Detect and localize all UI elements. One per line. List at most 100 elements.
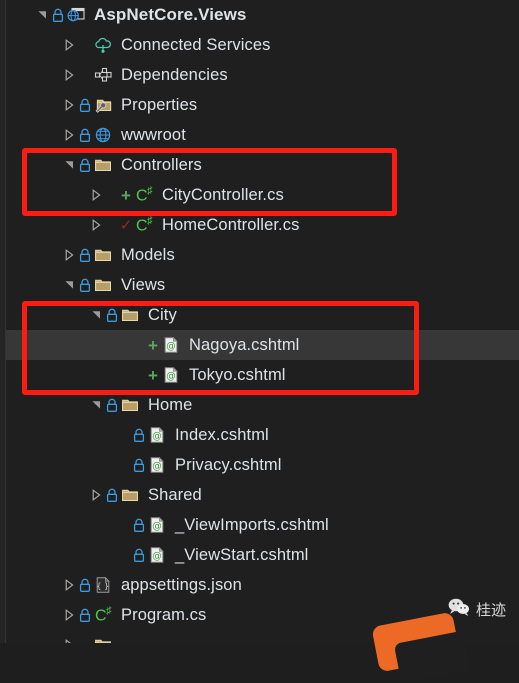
lock-icon xyxy=(77,570,92,600)
indent-spacer xyxy=(6,375,115,376)
tree-row-label: Views xyxy=(121,275,166,294)
indent-spacer xyxy=(6,315,88,316)
cshtml-icon: @ xyxy=(146,510,168,540)
globe-icon xyxy=(92,120,114,150)
indent-spacer xyxy=(6,255,61,256)
chevron-right-icon xyxy=(65,39,74,51)
lock-icon xyxy=(133,458,144,472)
tree-row[interactable]: { } appsettings.json xyxy=(6,570,519,600)
tree-row[interactable]: @ Index.cshtml xyxy=(6,420,519,450)
lock-icon xyxy=(79,578,90,592)
tree-row[interactable]: Properties xyxy=(6,90,519,120)
indent-spacer xyxy=(6,465,115,466)
lock-icon xyxy=(131,450,146,480)
tree-row[interactable]: Shared xyxy=(6,480,519,510)
expander-expanded[interactable] xyxy=(61,150,77,180)
watermark: 桂迹 xyxy=(448,598,506,621)
cshtml-icon: @ xyxy=(146,450,168,480)
chevron-right-icon xyxy=(65,579,74,591)
tree-row-label: Shared xyxy=(148,485,202,504)
indent-spacer xyxy=(6,525,115,526)
expander-none xyxy=(115,510,131,540)
indent-spacer xyxy=(6,45,61,46)
svg-text:@: @ xyxy=(152,461,162,472)
expander-collapsed[interactable] xyxy=(61,60,77,90)
expander-collapsed[interactable] xyxy=(61,570,77,600)
tree-row-label: Models xyxy=(121,245,175,264)
indent-spacer xyxy=(6,225,88,226)
indent-spacer xyxy=(6,15,34,16)
tree-row-label: CityController.cs xyxy=(162,185,284,204)
dependencies-icon xyxy=(92,60,114,90)
chevron-right-icon xyxy=(65,69,74,81)
expander-collapsed[interactable] xyxy=(88,480,104,510)
expander-collapsed[interactable] xyxy=(61,600,77,630)
tree-row-label: appsettings.json xyxy=(121,575,242,594)
tree-row[interactable]: Connected Services xyxy=(6,30,519,60)
tree-row-label: City xyxy=(148,305,177,324)
indent-spacer xyxy=(6,615,61,616)
cshtml-icon: @ xyxy=(160,330,182,360)
expander-expanded[interactable] xyxy=(88,390,104,420)
cshtml-icon: @ xyxy=(146,420,168,450)
indent-spacer xyxy=(6,75,61,76)
tree-row[interactable]: Views xyxy=(6,270,519,300)
tree-row[interactable]: @ _ViewStart.cshtml xyxy=(6,540,519,570)
chevron-right-icon xyxy=(65,609,74,621)
indent-spacer xyxy=(6,105,61,106)
chevron-right-icon xyxy=(92,489,101,501)
expander-collapsed[interactable] xyxy=(88,180,104,210)
added-status-icon: + xyxy=(148,365,158,385)
watermark-text: 桂迹 xyxy=(475,601,506,619)
tree-row[interactable]: + @ Nagoya.cshtml xyxy=(6,330,519,360)
csharp-icon: C♯ xyxy=(135,184,153,205)
tree-row[interactable]: Dependencies xyxy=(6,60,519,90)
expander-collapsed[interactable] xyxy=(61,240,77,270)
tree-row[interactable]: + @ Tokyo.cshtml xyxy=(6,360,519,390)
lock-icon xyxy=(106,308,117,322)
expander-expanded[interactable] xyxy=(61,270,77,300)
lock-icon xyxy=(77,240,92,270)
project-web-icon xyxy=(65,0,87,30)
lock-placeholder xyxy=(131,360,146,390)
expander-collapsed[interactable] xyxy=(61,120,77,150)
tree-row[interactable]: + C♯ CityController.cs xyxy=(6,180,519,210)
expander-expanded[interactable] xyxy=(88,300,104,330)
lock-placeholder xyxy=(104,180,119,210)
folder-properties-icon xyxy=(92,90,114,120)
cshtml-icon: @ xyxy=(146,540,168,570)
tree-row[interactable]: Models xyxy=(6,240,519,270)
tree-row[interactable]: @ _ViewImports.cshtml xyxy=(6,510,519,540)
expander-collapsed[interactable] xyxy=(61,90,77,120)
svg-text:@: @ xyxy=(152,431,162,442)
json-icon: { } xyxy=(92,570,114,600)
tree-row[interactable]: Home xyxy=(6,390,519,420)
lock-icon xyxy=(133,428,144,442)
folder-icon xyxy=(92,270,114,300)
lock-icon xyxy=(79,248,90,262)
expander-none xyxy=(115,450,131,480)
expander-collapsed[interactable] xyxy=(61,630,77,643)
tree-row[interactable]: City xyxy=(6,300,519,330)
lock-icon xyxy=(104,300,119,330)
tree-row[interactable]: ✓ C♯ HomeController.cs xyxy=(6,210,519,240)
lock-icon xyxy=(106,488,117,502)
tree-row[interactable]: AspNetCore.Views xyxy=(6,0,519,30)
lock-placeholder xyxy=(77,630,92,643)
indent-spacer xyxy=(6,165,61,166)
solution-explorer-tree[interactable]: AspNetCore.Views Connected Services Depend… xyxy=(6,0,519,643)
lock-icon xyxy=(133,518,144,532)
added-status-icon: + xyxy=(121,185,131,205)
tree-row-label: Controllers xyxy=(121,155,202,174)
tree-row[interactable]: Controllers xyxy=(6,150,519,180)
lock-icon xyxy=(79,608,90,622)
expander-collapsed[interactable] xyxy=(61,30,77,60)
tree-row[interactable]: @ Privacy.cshtml xyxy=(6,450,519,480)
indent-spacer xyxy=(6,435,115,436)
expander-collapsed[interactable] xyxy=(88,210,104,240)
expander-expanded[interactable] xyxy=(34,0,50,30)
tree-row-label: _ViewImports.cshtml xyxy=(175,515,329,534)
tree-row[interactable]: wwwroot xyxy=(6,120,519,150)
svg-text:{ }: { } xyxy=(96,582,109,591)
lock-icon xyxy=(79,278,90,292)
